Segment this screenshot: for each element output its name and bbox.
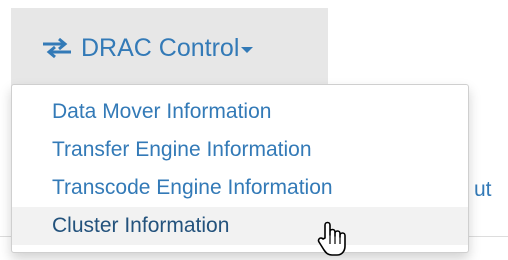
menu-item-transcode-engine-information[interactable]: Transcode Engine Information xyxy=(12,169,468,207)
menu-item-data-mover-information[interactable]: Data Mover Information xyxy=(12,93,468,131)
drac-control-dropdown-menu: Data Mover Information Transfer Engine I… xyxy=(11,84,469,253)
menu-item-cluster-information[interactable]: Cluster Information xyxy=(12,207,468,245)
drac-control-dropdown-toggle[interactable]: DRAC Control xyxy=(11,8,328,88)
menu-item-transfer-engine-information[interactable]: Transfer Engine Information xyxy=(12,131,468,169)
swap-arrows-icon xyxy=(43,37,71,59)
background-link-fragment[interactable]: ut xyxy=(474,178,492,202)
hand-pointer-icon xyxy=(317,221,346,256)
drac-control-label: DRAC Control xyxy=(81,33,240,62)
caret-down-icon xyxy=(241,47,254,53)
